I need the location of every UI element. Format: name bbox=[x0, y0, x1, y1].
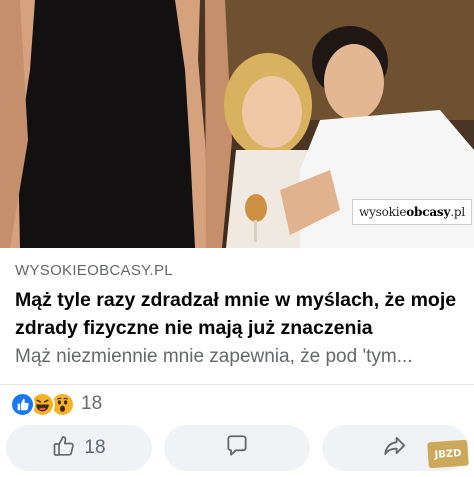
watermark-suffix: .pl bbox=[450, 205, 465, 219]
thumbs-up-icon bbox=[52, 434, 76, 463]
photo-watermark: wysokie obcasy .pl bbox=[352, 199, 472, 225]
share-arrow-icon bbox=[382, 433, 408, 464]
link-domain[interactable]: WYSOKIEOBCASY.PL bbox=[15, 262, 173, 279]
article-photo[interactable]: wysokie obcasy .pl bbox=[0, 0, 474, 248]
jbzd-logo-text: JBZD bbox=[434, 447, 462, 461]
jbzd-logo: JBZD bbox=[427, 439, 469, 469]
like-button[interactable]: 18 bbox=[6, 425, 152, 471]
like-icon bbox=[10, 391, 35, 417]
link-excerpt[interactable]: Mąż niezmiennie mnie zapewnia, że pod 't… bbox=[15, 344, 465, 370]
watermark-bold: obcasy bbox=[406, 205, 451, 219]
link-headline[interactable]: Mąż tyle razy zdradzał mnie w myślach, ż… bbox=[15, 286, 465, 342]
reactions-count: 18 bbox=[81, 393, 103, 414]
comment-bubble-icon bbox=[224, 433, 250, 464]
watermark-regular: wysokie bbox=[359, 205, 407, 219]
divider bbox=[0, 384, 474, 385]
comment-button[interactable] bbox=[164, 425, 310, 471]
reactions-summary[interactable]: 18 bbox=[10, 391, 102, 417]
like-count: 18 bbox=[84, 437, 106, 458]
